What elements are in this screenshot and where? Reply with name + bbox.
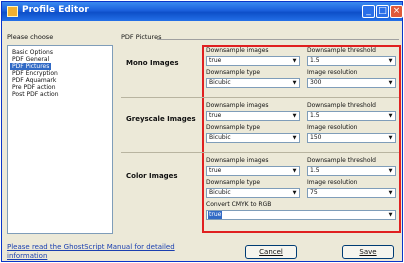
downsample-type-label: Downsample type <box>206 179 261 186</box>
chevron-down-icon[interactable]: ▼ <box>290 57 299 65</box>
chevron-down-icon[interactable]: ▼ <box>290 134 299 142</box>
chevron-down-icon[interactable]: ▼ <box>290 189 299 197</box>
chevron-down-icon[interactable]: ▼ <box>386 211 395 219</box>
mono-downsample-type-select[interactable]: Bicubic ▼ <box>206 78 300 88</box>
chevron-down-icon[interactable]: ▼ <box>290 167 299 175</box>
combo-value: 1.5 <box>310 167 320 174</box>
downsample-images-label: Downsample images <box>206 157 269 164</box>
mono-downsample-images-select[interactable]: true ▼ <box>206 56 300 66</box>
maximize-button[interactable]: □ <box>376 5 389 18</box>
cancel-button[interactable]: Cancel <box>245 245 297 259</box>
list-item-pdf-aquamark[interactable]: PDF Aquamark <box>10 77 58 84</box>
section-title-color: Color Images <box>126 172 178 180</box>
chevron-down-icon[interactable]: ▼ <box>290 79 299 87</box>
title-bar[interactable]: Profile Editor _ □ × <box>2 2 403 21</box>
combo-value: true <box>208 211 223 219</box>
downsample-images-label: Downsample images <box>206 47 269 54</box>
cancel-label: Cancel <box>259 248 283 256</box>
combo-value: true <box>209 167 222 174</box>
downsample-threshold-label: Downsample threshold <box>307 102 376 109</box>
list-item-pdf-general[interactable]: PDF General <box>10 56 51 63</box>
save-button[interactable]: Save <box>342 245 394 259</box>
chevron-down-icon[interactable]: ▼ <box>386 167 395 175</box>
color-downsample-type-select[interactable]: Bicubic ▼ <box>206 188 300 198</box>
combo-value: Bicubic <box>209 134 231 141</box>
image-resolution-label: Image resolution <box>307 69 358 76</box>
section-divider <box>121 152 399 153</box>
mono-resolution-select[interactable]: 300 ▼ <box>307 78 396 88</box>
list-item-pre-pdf-action[interactable]: Pre PDF action <box>10 84 58 91</box>
chevron-down-icon[interactable]: ▼ <box>386 79 395 87</box>
color-threshold-select[interactable]: 1.5 ▼ <box>307 166 396 176</box>
downsample-type-label: Downsample type <box>206 124 261 131</box>
chevron-down-icon[interactable]: ▼ <box>290 112 299 120</box>
combo-value: 1.5 <box>310 112 320 119</box>
combo-value: Bicubic <box>209 189 231 196</box>
greyscale-resolution-select[interactable]: 150 ▼ <box>307 133 396 143</box>
greyscale-downsample-images-select[interactable]: true ▼ <box>206 111 300 121</box>
list-item-pdf-encryption[interactable]: PDF Encryption <box>10 70 60 77</box>
list-item-pdf-pictures[interactable]: PDF Pictures <box>10 63 52 70</box>
combo-value: true <box>209 112 222 119</box>
chevron-down-icon[interactable]: ▼ <box>386 112 395 120</box>
choose-heading: Please choose <box>7 33 54 41</box>
chevron-down-icon[interactable]: ▼ <box>386 134 395 142</box>
combo-value: 75 <box>310 189 318 196</box>
group-divider <box>157 39 399 40</box>
group-title: PDF Pictures <box>121 33 162 41</box>
chevron-down-icon[interactable]: ▼ <box>386 189 395 197</box>
convert-cmyk-select[interactable]: true ▼ <box>206 210 396 220</box>
combo-value: Bicubic <box>209 79 231 86</box>
section-title-greyscale: Greyscale Images <box>126 115 196 123</box>
image-resolution-label: Image resolution <box>307 179 358 186</box>
combo-value: 1.5 <box>310 57 320 64</box>
combo-value: 150 <box>310 134 322 141</box>
options-list[interactable]: Basic Options PDF General PDF Pictures P… <box>7 45 113 234</box>
list-item-post-pdf-action[interactable]: Post PDF action <box>10 91 61 98</box>
save-label: Save <box>359 248 377 256</box>
close-button[interactable]: × <box>390 5 403 18</box>
color-resolution-select[interactable]: 75 ▼ <box>307 188 396 198</box>
combo-value: 300 <box>310 79 322 86</box>
app-icon <box>7 6 18 17</box>
greyscale-downsample-type-select[interactable]: Bicubic ▼ <box>206 133 300 143</box>
color-downsample-images-select[interactable]: true ▼ <box>206 166 300 176</box>
list-item-basic-options[interactable]: Basic Options <box>10 49 55 56</box>
ghostscript-manual-link[interactable]: Please read the GhostScript Manual for d… <box>7 243 207 261</box>
downsample-threshold-label: Downsample threshold <box>307 157 376 164</box>
minimize-button[interactable]: _ <box>362 5 375 18</box>
downsample-type-label: Downsample type <box>206 69 261 76</box>
greyscale-threshold-select[interactable]: 1.5 ▼ <box>307 111 396 121</box>
downsample-threshold-label: Downsample threshold <box>307 47 376 54</box>
profile-editor-window: Profile Editor _ □ × Please choose Basic… <box>1 1 403 262</box>
section-divider <box>121 97 399 98</box>
image-resolution-label: Image resolution <box>307 124 358 131</box>
convert-cmyk-label: Convert CMYK to RGB <box>206 201 272 208</box>
window-title: Profile Editor <box>22 5 89 15</box>
combo-value: true <box>209 57 222 64</box>
downsample-images-label: Downsample images <box>206 102 269 109</box>
section-title-mono: Mono Images <box>126 59 179 67</box>
chevron-down-icon[interactable]: ▼ <box>386 57 395 65</box>
mono-threshold-select[interactable]: 1.5 ▼ <box>307 56 396 66</box>
